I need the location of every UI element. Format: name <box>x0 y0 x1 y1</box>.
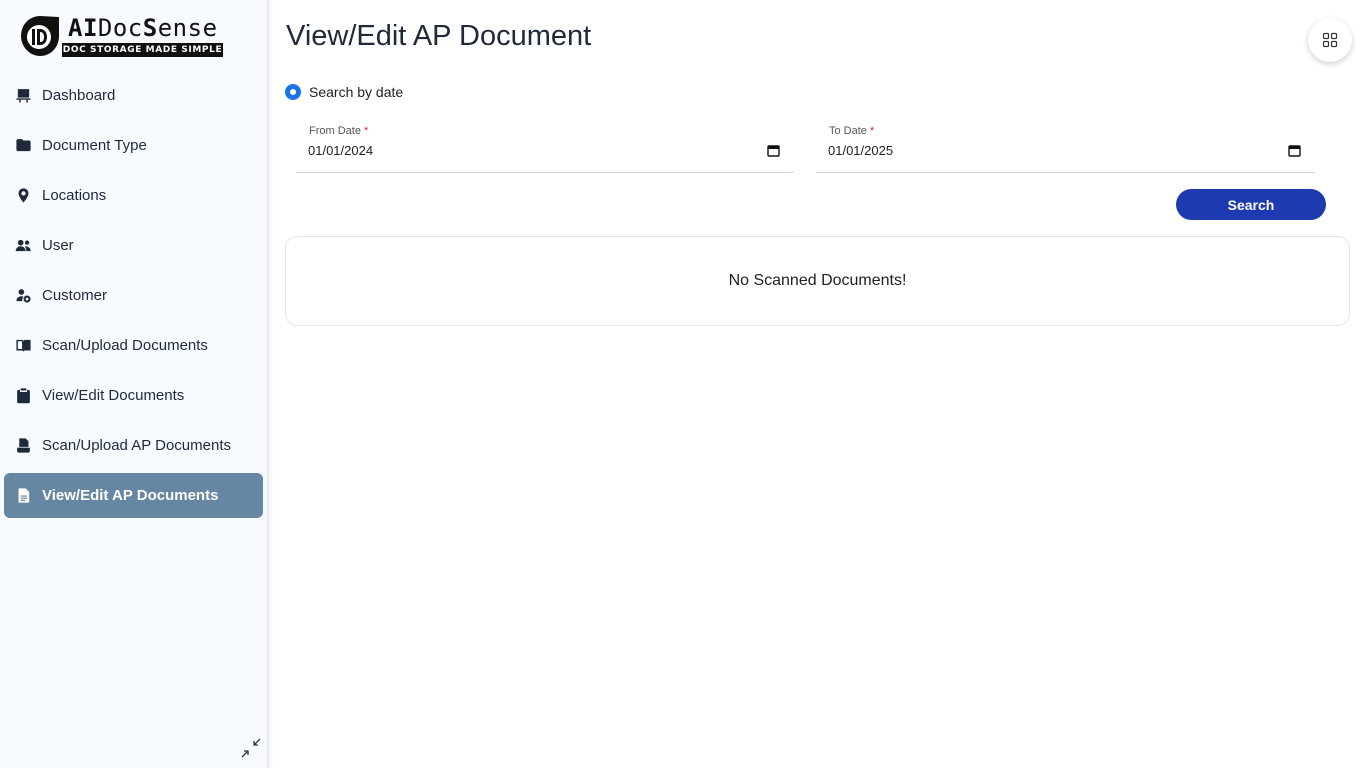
from-date-value: 01/01/2024 <box>308 143 374 158</box>
sidebar-item-user[interactable]: User <box>4 223 263 268</box>
from-date-label: From Date * <box>309 125 369 137</box>
dashboard-icon <box>15 87 32 104</box>
sidebar-item-label: Document Type <box>42 137 147 154</box>
document-icon <box>15 487 32 504</box>
from-date-field[interactable]: From Date * 01/01/2024 <box>296 120 794 173</box>
sidebar-item-scan-upload-ap-documents[interactable]: Scan/Upload AP Documents <box>4 423 263 468</box>
sidebar-item-scan-upload-documents[interactable]: Scan/Upload Documents <box>4 323 263 368</box>
sidebar-item-view-edit-ap-documents[interactable]: View/Edit AP Documents <box>4 473 263 518</box>
collapse-sidebar-icon[interactable] <box>241 738 261 758</box>
logo-mark-icon <box>21 16 59 56</box>
apps-menu-button[interactable] <box>1308 18 1352 62</box>
sidebar-item-label: Dashboard <box>42 87 116 104</box>
sidebar-item-locations[interactable]: Locations <box>4 173 263 218</box>
sidebar-item-view-edit-documents[interactable]: View/Edit Documents <box>4 373 263 418</box>
sidebar-item-label: View/Edit AP Documents <box>42 487 219 504</box>
calendar-icon[interactable] <box>767 144 780 157</box>
sidebar: AIDocSense DOC STORAGE MADE SIMPLE Dashb… <box>0 0 268 768</box>
users-icon <box>15 237 32 254</box>
to-date-value: 01/01/2025 <box>828 143 894 158</box>
customer-settings-icon <box>15 287 32 304</box>
brand-name: AIDocSense <box>68 14 218 42</box>
search-by-date-label: Search by date <box>309 84 404 100</box>
scanner-icon <box>15 437 32 454</box>
empty-state-message: No Scanned Documents! <box>728 272 907 289</box>
brand-logo[interactable]: AIDocSense DOC STORAGE MADE SIMPLE <box>18 14 224 60</box>
book-icon <box>15 337 32 354</box>
sidebar-item-dashboard[interactable]: Dashboard <box>4 73 263 118</box>
search-by-date-option[interactable]: Search by date <box>285 84 403 100</box>
to-date-field[interactable]: To Date * 01/01/2025 <box>816 120 1315 173</box>
location-pin-icon <box>15 187 32 204</box>
search-button[interactable]: Search <box>1176 189 1326 220</box>
sidebar-item-label: View/Edit Documents <box>42 387 185 404</box>
grid-icon <box>1322 32 1338 48</box>
sidebar-item-label: Customer <box>42 287 108 304</box>
folder-icon <box>15 137 32 154</box>
to-date-label: To Date * <box>829 125 875 137</box>
sidebar-item-document-type[interactable]: Document Type <box>4 123 263 168</box>
search-by-date-radio[interactable] <box>285 84 301 100</box>
sidebar-item-label: User <box>42 237 74 254</box>
sidebar-item-label: Locations <box>42 187 107 204</box>
calendar-icon[interactable] <box>1288 144 1301 157</box>
brand-tagline: DOC STORAGE MADE SIMPLE <box>62 43 223 57</box>
sidebar-item-label: Scan/Upload AP Documents <box>42 437 232 454</box>
clipboard-icon <box>15 387 32 404</box>
page-title: View/Edit AP Document <box>286 20 592 52</box>
sidebar-item-customer[interactable]: Customer <box>4 273 263 318</box>
sidebar-item-label: Scan/Upload Documents <box>42 337 208 354</box>
results-panel: No Scanned Documents! <box>285 236 1350 326</box>
sidebar-nav: Dashboard Document Type Locations User C… <box>0 73 268 523</box>
